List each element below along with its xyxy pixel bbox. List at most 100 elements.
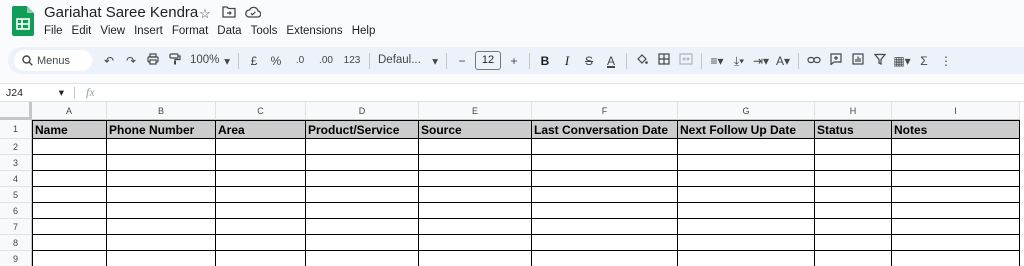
borders-icon[interactable] xyxy=(653,51,675,71)
menu-data[interactable]: Data xyxy=(217,24,241,38)
row-header-3[interactable]: 3 xyxy=(0,155,32,171)
cell-a6[interactable] xyxy=(32,203,107,219)
row-header-2[interactable]: 2 xyxy=(0,139,32,155)
menu-view[interactable]: View xyxy=(100,24,125,38)
cell-h3[interactable] xyxy=(815,155,892,171)
menu-insert[interactable]: Insert xyxy=(134,24,163,38)
cell-a9[interactable] xyxy=(32,251,107,266)
document-title[interactable]: Gariahat Saree Kendra xyxy=(44,4,198,21)
cell-a4[interactable] xyxy=(32,171,107,187)
menu-format[interactable]: Format xyxy=(172,24,208,38)
bold-button[interactable]: B xyxy=(534,51,556,71)
cell-f8[interactable] xyxy=(532,235,678,251)
paint-format-icon[interactable] xyxy=(164,51,186,71)
strikethrough-button[interactable]: S xyxy=(578,51,600,71)
cell-a3[interactable] xyxy=(32,155,107,171)
cell-b7[interactable] xyxy=(107,219,216,235)
menu-extensions[interactable]: Extensions xyxy=(286,24,342,38)
column-header-a[interactable]: A xyxy=(32,102,107,120)
header-cell-f[interactable]: Last Conversation Date xyxy=(532,120,678,139)
column-header-c[interactable]: C xyxy=(216,102,306,120)
menu-tools[interactable]: Tools xyxy=(251,24,278,38)
cell-c4[interactable] xyxy=(216,171,306,187)
row-header-6[interactable]: 6 xyxy=(0,203,32,219)
cell-e2[interactable] xyxy=(419,139,532,155)
cell-e6[interactable] xyxy=(419,203,532,219)
cell-c6[interactable] xyxy=(216,203,306,219)
cell-b6[interactable] xyxy=(107,203,216,219)
filter-icon[interactable] xyxy=(869,51,891,71)
cell-f6[interactable] xyxy=(532,203,678,219)
menu-file[interactable]: File xyxy=(44,24,63,38)
cell-g8[interactable] xyxy=(678,235,815,251)
cell-b3[interactable] xyxy=(107,155,216,171)
cell-i3[interactable] xyxy=(892,155,1020,171)
functions-icon[interactable]: Σ xyxy=(913,51,935,71)
font-size-input[interactable]: 12 xyxy=(475,51,501,70)
redo-icon[interactable]: ↷ xyxy=(120,51,142,71)
cell-g9[interactable] xyxy=(678,251,815,266)
cell-c3[interactable] xyxy=(216,155,306,171)
cell-d5[interactable] xyxy=(306,187,419,203)
more-options-icon[interactable]: ⋮ xyxy=(935,51,957,71)
cell-d4[interactable] xyxy=(306,171,419,187)
column-header-g[interactable]: G xyxy=(678,102,815,120)
menu-edit[interactable]: Edit xyxy=(72,24,92,38)
cell-d9[interactable] xyxy=(306,251,419,266)
cell-h6[interactable] xyxy=(815,203,892,219)
column-header-i[interactable]: I xyxy=(892,102,1020,120)
cell-b4[interactable] xyxy=(107,171,216,187)
move-to-folder-icon[interactable] xyxy=(220,6,238,22)
cell-c9[interactable] xyxy=(216,251,306,266)
header-cell-d[interactable]: Product/Service xyxy=(306,120,419,139)
cell-g2[interactable] xyxy=(678,139,815,155)
cell-h7[interactable] xyxy=(815,219,892,235)
header-cell-g[interactable]: Next Follow Up Date xyxy=(678,120,815,139)
select-all-corner[interactable] xyxy=(0,102,32,120)
increase-decimal-button[interactable]: .00 xyxy=(313,51,339,71)
column-header-e[interactable]: E xyxy=(419,102,532,120)
cell-b5[interactable] xyxy=(107,187,216,203)
cell-e8[interactable] xyxy=(419,235,532,251)
cell-i2[interactable] xyxy=(892,139,1020,155)
cell-c8[interactable] xyxy=(216,235,306,251)
fill-color-icon[interactable] xyxy=(631,51,653,71)
vertical-align-icon[interactable]: ⤓▾ xyxy=(728,51,750,71)
font-family-select[interactable]: Defaul... ▾ xyxy=(374,54,442,68)
cell-a5[interactable] xyxy=(32,187,107,203)
cell-h8[interactable] xyxy=(815,235,892,251)
row-header-9[interactable]: 9 xyxy=(0,251,32,266)
cell-g3[interactable] xyxy=(678,155,815,171)
more-formats-button[interactable]: 123 xyxy=(339,51,365,71)
menu-help[interactable]: Help xyxy=(352,24,376,38)
cloud-saved-icon[interactable] xyxy=(244,6,262,22)
row-header-5[interactable]: 5 xyxy=(0,187,32,203)
text-rotation-icon[interactable]: A▾ xyxy=(772,51,794,71)
currency-format-button[interactable]: £ xyxy=(243,51,265,71)
cell-g5[interactable] xyxy=(678,187,815,203)
cell-f9[interactable] xyxy=(532,251,678,266)
header-cell-i[interactable]: Notes xyxy=(892,120,1020,139)
cell-i4[interactable] xyxy=(892,171,1020,187)
cell-f7[interactable] xyxy=(532,219,678,235)
cell-h5[interactable] xyxy=(815,187,892,203)
cell-h9[interactable] xyxy=(815,251,892,266)
column-header-d[interactable]: D xyxy=(306,102,419,120)
cell-f3[interactable] xyxy=(532,155,678,171)
cell-g6[interactable] xyxy=(678,203,815,219)
decrease-font-size-button[interactable]: − xyxy=(451,51,473,71)
cell-a2[interactable] xyxy=(32,139,107,155)
cell-g4[interactable] xyxy=(678,171,815,187)
row-header-8[interactable]: 8 xyxy=(0,235,32,251)
undo-icon[interactable]: ↶ xyxy=(98,51,120,71)
header-cell-h[interactable]: Status xyxy=(815,120,892,139)
increase-font-size-button[interactable]: + xyxy=(503,51,525,71)
merge-cells-icon[interactable] xyxy=(675,51,697,71)
percent-format-button[interactable]: % xyxy=(265,51,287,71)
cell-i7[interactable] xyxy=(892,219,1020,235)
insert-link-icon[interactable] xyxy=(803,51,825,71)
print-icon[interactable] xyxy=(142,51,164,71)
cell-b9[interactable] xyxy=(107,251,216,266)
insert-comment-icon[interactable] xyxy=(825,51,847,71)
column-header-f[interactable]: F xyxy=(532,102,678,120)
